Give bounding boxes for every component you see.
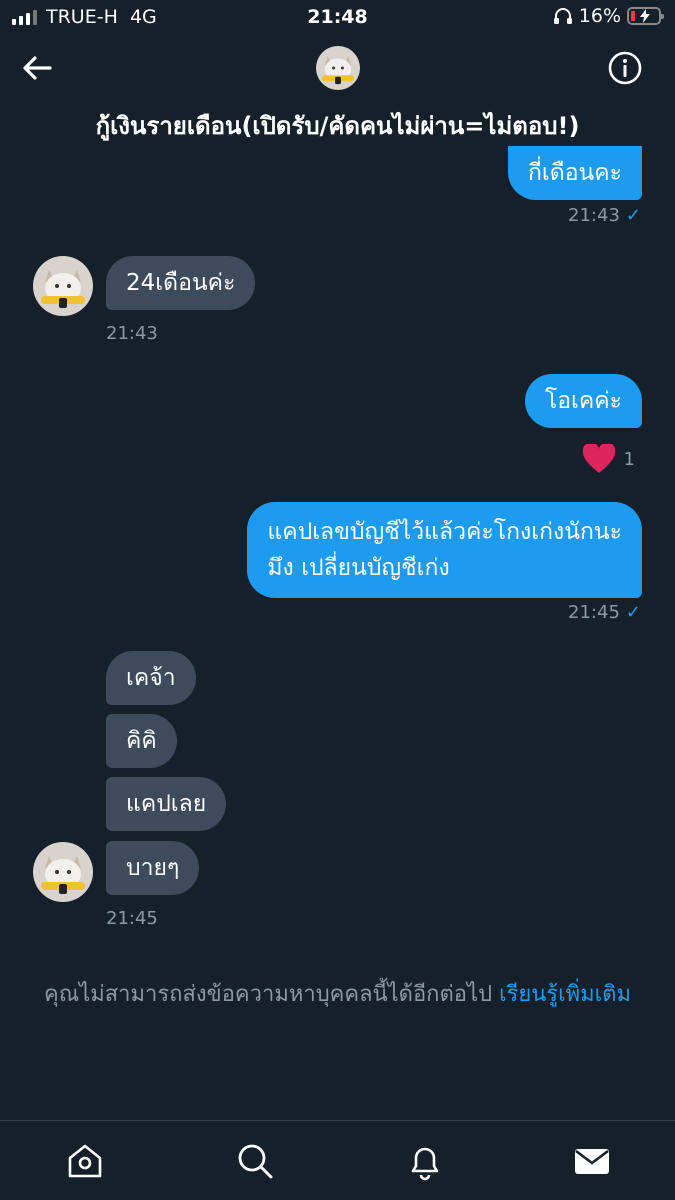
tab-search[interactable]: [235, 1141, 275, 1181]
message-bubble-outgoing[interactable]: โอเคค่ะ: [524, 374, 642, 428]
message-time: 21:45: [568, 602, 620, 623]
tab-messages[interactable]: [572, 1141, 612, 1181]
message-bubble-incoming[interactable]: คิคิ: [106, 714, 177, 768]
battery-percent: 16%: [578, 5, 621, 27]
conversation-title: กู้เงินรายเดือน(เปิดรับ/คัดคนไม่ผ่าน=ไม่…: [95, 112, 580, 140]
message-meta: 21:43 ✓: [568, 205, 641, 226]
header-avatar[interactable]: [316, 46, 360, 90]
read-check-icon: ✓: [625, 205, 641, 226]
back-arrow-icon: [23, 56, 52, 80]
message-time: 21:43: [106, 323, 158, 344]
cat-avatar-image: [316, 46, 360, 90]
cat-avatar-image: [33, 256, 93, 316]
heart-icon: [582, 444, 615, 473]
message-time: 21:43: [568, 205, 620, 226]
message-reaction[interactable]: 1: [582, 444, 635, 474]
search-icon: [238, 1144, 273, 1179]
message-line: มึง เปลี่ยนบัญชีเก่ง: [267, 555, 450, 581]
notifications-icon: [411, 1147, 439, 1181]
blocked-notice: คุณไม่สามารถส่งข้อความหาบุคคลนี้ได้อีกต่…: [20, 978, 655, 1012]
reaction-count: 1: [623, 448, 635, 470]
status-bar: TRUE-H 4G 21:48 16%: [0, 0, 675, 36]
message-bubble-outgoing[interactable]: กี่เดือนคะ: [508, 146, 642, 200]
bottom-tab-bar: [0, 1120, 675, 1200]
tab-notifications[interactable]: [405, 1141, 445, 1181]
status-right: 16%: [553, 5, 664, 27]
learn-more-link[interactable]: เรียนรู้เพิ่มเติม: [499, 982, 631, 1007]
tab-home[interactable]: [65, 1141, 105, 1181]
sender-avatar[interactable]: [33, 842, 93, 902]
blocked-notice-text: คุณไม่สามารถส่งข้อความหาบุคคลนี้ได้อีกต่…: [44, 982, 500, 1007]
read-check-icon: ✓: [625, 602, 641, 623]
message-line: แคปเลขบัญชีไว้แล้วค่ะโกงเก่งนักนะ: [267, 519, 622, 545]
message-bubble-incoming[interactable]: 24เดือนค่ะ: [106, 256, 256, 310]
headphones-icon: [553, 8, 572, 24]
message-bubble-incoming[interactable]: เคจ้า: [106, 651, 196, 705]
back-button[interactable]: [20, 50, 60, 86]
conversation-header: กู้เงินรายเดือน(เปิดรับ/คัดคนไม่ผ่าน=ไม่…: [0, 36, 675, 146]
home-icon: [68, 1144, 102, 1178]
message-bubble-outgoing[interactable]: แคปเลขบัญชีไว้แล้วค่ะโกงเก่งนักนะ มึง เป…: [247, 502, 642, 598]
message-meta: 21:45 ✓: [568, 602, 641, 623]
battery-charging-icon: [627, 7, 664, 25]
message-bubble-incoming[interactable]: แคปเลย: [106, 777, 227, 831]
message-time: 21:45: [106, 908, 158, 929]
cat-avatar-image: [33, 842, 93, 902]
message-bubble-incoming[interactable]: บายๆ: [106, 841, 200, 895]
info-button[interactable]: [607, 50, 643, 86]
sender-avatar[interactable]: [33, 256, 93, 316]
info-icon: [608, 51, 642, 85]
messages-icon: [575, 1149, 609, 1174]
